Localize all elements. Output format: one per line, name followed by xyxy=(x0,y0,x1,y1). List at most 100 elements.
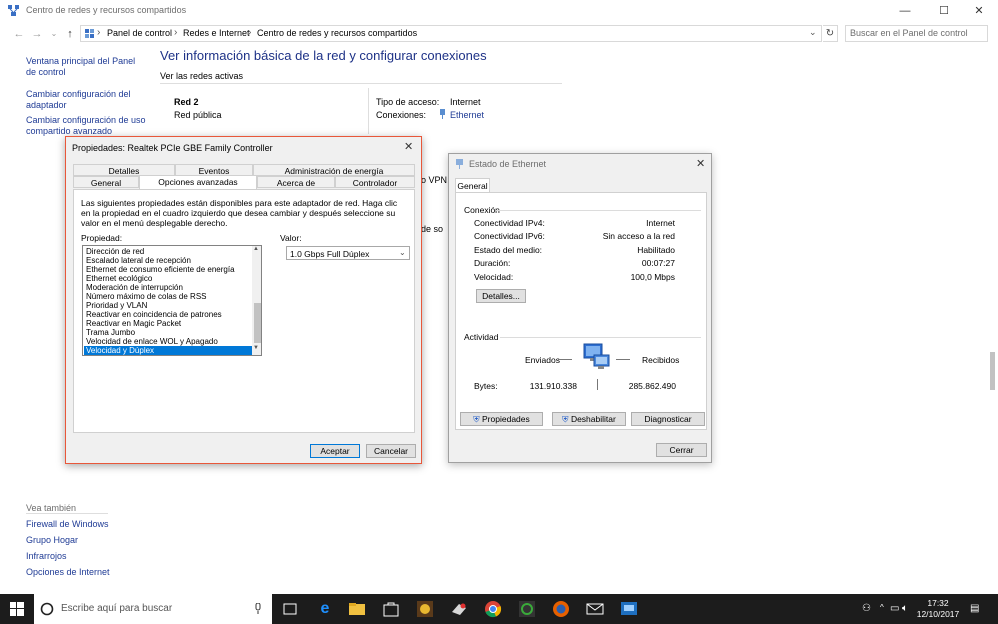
tab-power-management[interactable]: Administración de energía xyxy=(253,164,415,176)
value-dropdown[interactable]: 1.0 Gbps Full Dúplex ⌄ xyxy=(286,246,410,260)
ethernet-status-dialog: Estado de Ethernet ✕ General Conexión Co… xyxy=(448,153,712,463)
tab-driver[interactable]: Controlador xyxy=(335,176,415,188)
properties-button[interactable]: ⛨ Propiedades xyxy=(460,412,543,426)
app-icon[interactable] xyxy=(416,600,434,618)
list-item[interactable]: Ethernet ecológico xyxy=(84,274,252,283)
minimize-button[interactable]: — xyxy=(886,0,924,22)
general-panel: Conexión Conectividad IPv4: Internet Con… xyxy=(455,192,707,430)
app-icon[interactable] xyxy=(450,600,468,618)
see-also-firewall[interactable]: Firewall de Windows xyxy=(26,519,109,529)
network-activity-icon xyxy=(583,343,610,369)
property-list[interactable]: Dirección de red Escalado lateral de rec… xyxy=(82,245,262,356)
ipv4-value: Internet xyxy=(646,218,675,228)
diagnose-button[interactable]: Diagnosticar xyxy=(631,412,705,426)
adapter-properties-dialog: Propiedades: Realtek PCIe GBE Family Con… xyxy=(65,136,422,464)
bytes-received-value: 285.862.490 xyxy=(628,381,676,391)
mail-icon[interactable] xyxy=(586,600,604,618)
store-icon[interactable] xyxy=(382,600,400,618)
close-icon[interactable]: ✕ xyxy=(404,140,413,153)
notifications-icon[interactable]: ▤ xyxy=(970,603,979,614)
sidebar-link-control-panel-home[interactable]: Ventana principal del Panel de control xyxy=(26,56,141,78)
chrome-icon[interactable] xyxy=(484,600,502,618)
close-icon[interactable]: ✕ xyxy=(696,157,705,170)
app-icon[interactable] xyxy=(518,600,536,618)
list-item[interactable]: Prioridad y VLAN xyxy=(84,301,252,310)
value-label: Valor: xyxy=(280,233,302,243)
ipv4-label: Conectividad IPv4: xyxy=(474,218,545,228)
app-icon[interactable] xyxy=(620,600,638,618)
tab-advanced-options[interactable]: Opciones avanzadas xyxy=(139,175,257,189)
edge-browser-icon[interactable]: e xyxy=(316,600,334,618)
clock[interactable]: 17:32 12/10/2017 xyxy=(916,598,960,620)
disable-button[interactable]: ⛨ Deshabilitar xyxy=(552,412,626,426)
sidebar-link-adapter-settings[interactable]: Cambiar configuración del adaptador xyxy=(26,89,141,111)
address-dropdown-icon[interactable]: ⌄ xyxy=(809,27,817,38)
list-item[interactable]: Moderación de interrupción xyxy=(84,283,252,292)
list-item[interactable]: Velocidad de enlace WOL y Apagado xyxy=(84,337,252,346)
refresh-icon[interactable]: ↻ xyxy=(823,25,838,42)
list-item[interactable]: Reactivar en coincidencia de patrones xyxy=(84,310,252,319)
breadcrumb-network-center[interactable]: Centro de redes y recursos compartidos xyxy=(257,28,417,38)
ok-button[interactable]: Aceptar xyxy=(310,444,360,458)
sidebar-link-advanced-sharing[interactable]: Cambiar configuración de uso compartido … xyxy=(26,115,146,137)
file-explorer-icon[interactable] xyxy=(348,600,366,618)
close-button[interactable]: ✕ xyxy=(960,0,998,22)
tab-general[interactable]: General xyxy=(455,178,490,193)
see-also-infrared[interactable]: Infrarrojos xyxy=(26,551,67,561)
property-label: Propiedad: xyxy=(81,233,123,243)
shield-icon: ⛨ xyxy=(562,414,569,424)
cancel-button[interactable]: Cancelar xyxy=(366,444,416,458)
microphone-icon[interactable] xyxy=(254,603,262,615)
list-item[interactable]: Trama Jumbo xyxy=(84,328,252,337)
breadcrumb-network-internet[interactable]: Redes e Internet xyxy=(183,28,250,38)
windows-start-icon[interactable] xyxy=(10,602,24,616)
see-also-homegroup[interactable]: Grupo Hogar xyxy=(26,535,78,545)
up-arrow-icon[interactable]: ↑ xyxy=(63,26,77,42)
see-also-heading: Vea también xyxy=(26,503,77,513)
back-arrow-icon[interactable]: ← xyxy=(12,26,26,42)
scroll-down-icon[interactable]: ▼ xyxy=(253,345,259,351)
breadcrumb[interactable]: › Panel de control › Redes e Internet › … xyxy=(80,25,822,42)
window-scrollbar[interactable] xyxy=(990,352,995,390)
speed-label: Velocidad: xyxy=(474,272,514,282)
scroll-up-icon[interactable]: ▲ xyxy=(253,246,259,252)
media-state-value: Habilitado xyxy=(637,245,675,255)
received-label: Recibidos xyxy=(642,355,680,365)
connection-group-label: Conexión xyxy=(464,205,500,215)
list-item[interactable]: Reactivar en Magic Packet xyxy=(84,319,252,328)
ipv6-value: Sin acceso a la red xyxy=(602,231,675,241)
breadcrumb-control-panel[interactable]: Panel de control xyxy=(107,28,172,38)
maximize-button[interactable]: ☐ xyxy=(925,0,963,22)
recent-chevron-icon[interactable]: ⌄ xyxy=(47,26,61,42)
show-hidden-icons-icon[interactable]: ^ xyxy=(880,603,884,612)
tab-general[interactable]: General xyxy=(73,176,139,188)
network-tray-icon[interactable]: ▭ xyxy=(890,603,899,614)
forward-arrow-icon[interactable]: → xyxy=(30,26,44,42)
details-button[interactable]: Detalles... xyxy=(476,289,526,303)
close-button[interactable]: Cerrar xyxy=(656,443,707,457)
people-icon[interactable]: ⚇ xyxy=(862,603,871,614)
title-bar: Centro de redes y recursos compartidos —… xyxy=(0,0,998,22)
volume-icon[interactable]: 🔈︎ xyxy=(902,603,908,614)
divider xyxy=(558,359,572,360)
taskbar-search-input[interactable]: Escribe aquí para buscar xyxy=(34,594,272,624)
see-also-internet-options[interactable]: Opciones de Internet xyxy=(26,567,110,577)
network-type: Red pública xyxy=(174,110,222,120)
scroll-thumb[interactable] xyxy=(254,303,261,343)
divider xyxy=(500,337,701,338)
taskbar: Escribe aquí para buscar e ⚇ ^ ▭ 🔈︎ 17:3… xyxy=(0,594,998,624)
ethernet-link[interactable]: Ethernet xyxy=(450,110,484,120)
obscured-text: de so xyxy=(421,224,444,234)
list-item[interactable]: Número máximo de colas de RSS xyxy=(84,292,252,301)
list-item-selected[interactable]: Velocidad y Dúplex xyxy=(84,346,252,355)
list-item[interactable]: Escalado lateral de recepción xyxy=(84,256,252,265)
list-item[interactable]: Ethernet de consumo eficiente de energía xyxy=(84,265,252,274)
clock-time: 17:32 xyxy=(927,598,949,608)
dialog-title: Propiedades: Realtek PCIe GBE Family Con… xyxy=(72,143,273,153)
search-input[interactable]: Buscar en el Panel de control xyxy=(845,25,988,42)
firefox-icon[interactable] xyxy=(552,600,570,618)
task-view-icon[interactable] xyxy=(281,600,299,618)
list-item[interactable]: Dirección de red xyxy=(84,247,252,256)
tab-about[interactable]: Acerca de xyxy=(257,176,335,188)
window-title: Centro de redes y recursos compartidos xyxy=(26,5,187,15)
